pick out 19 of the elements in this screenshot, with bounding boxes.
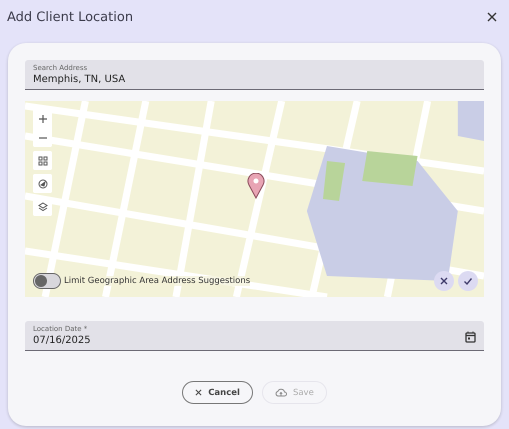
cancel-button[interactable]: Cancel (182, 381, 253, 404)
close-icon (439, 276, 449, 286)
toggle-switch[interactable] (33, 273, 61, 289)
cloud-upload-icon (274, 388, 287, 397)
grid-icon (38, 156, 48, 166)
grid-button[interactable] (33, 151, 52, 170)
close-icon (195, 389, 202, 396)
window-title: Add Client Location (7, 10, 134, 24)
calendar-icon[interactable] (465, 330, 476, 342)
check-icon (463, 276, 473, 286)
map-pin-icon (247, 173, 265, 199)
layers-icon (38, 202, 48, 212)
plus-icon (38, 114, 48, 124)
close-icon (487, 12, 497, 22)
locate-button[interactable] (33, 174, 52, 193)
compass-icon (38, 178, 48, 188)
toggle-label: Limit Geographic Area Address Suggestions (64, 276, 250, 286)
field-value: Memphis, TN, USA (33, 73, 126, 87)
field-value: 07/16/2025 (33, 334, 91, 348)
